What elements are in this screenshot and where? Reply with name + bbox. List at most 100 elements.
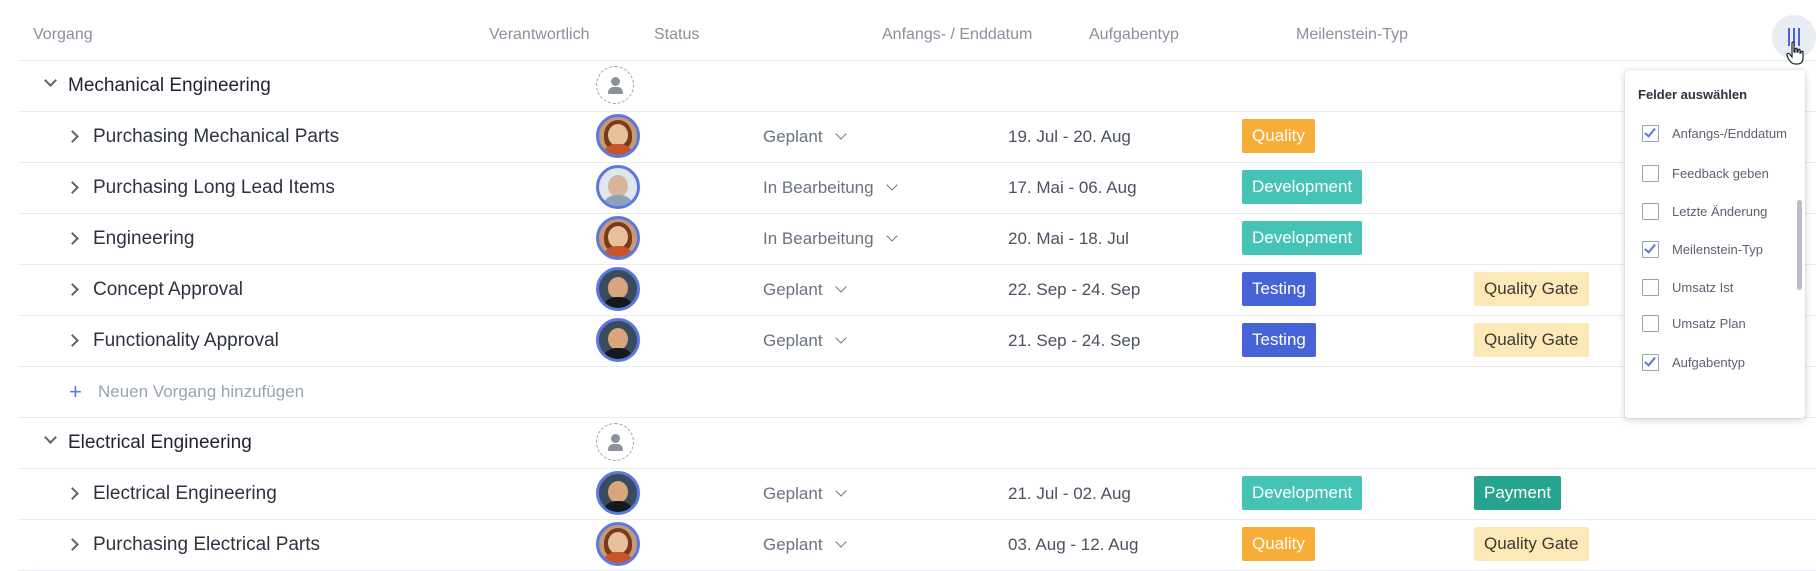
chevron-right-icon[interactable] bbox=[66, 487, 79, 500]
task-name[interactable]: Purchasing Mechanical Parts bbox=[93, 112, 339, 162]
checkbox-checked[interactable] bbox=[1642, 354, 1659, 371]
task-name[interactable]: Functionality Approval bbox=[93, 316, 279, 366]
checkbox-unchecked[interactable] bbox=[1642, 279, 1659, 296]
header-datum[interactable]: Anfangs- / Enddatum bbox=[882, 0, 1032, 70]
task-type-badge[interactable]: Development bbox=[1242, 221, 1363, 255]
task-type-badge[interactable]: Quality bbox=[1242, 527, 1315, 561]
chevron-right-icon[interactable] bbox=[66, 181, 79, 194]
add-task-label[interactable]: Neuen Vorgang hinzufügen bbox=[98, 367, 304, 417]
status-dropdown[interactable]: In Bearbeitung bbox=[763, 163, 898, 213]
group-title: Mechanical Engineering bbox=[68, 75, 271, 96]
task-row[interactable]: Purchasing Long Lead Items In Bearbeitun… bbox=[18, 163, 1816, 214]
chevron-down-icon[interactable] bbox=[44, 74, 57, 87]
date-range[interactable]: 17. Mai - 06. Aug bbox=[1008, 163, 1137, 213]
field-option-label: Umsatz Plan bbox=[1672, 316, 1746, 331]
field-option-label: Letzte Änderung bbox=[1672, 204, 1768, 219]
avatar[interactable] bbox=[596, 216, 640, 260]
task-row[interactable]: Purchasing Electrical Parts Geplant 03. … bbox=[18, 520, 1816, 571]
status-dropdown[interactable]: Geplant bbox=[763, 112, 847, 162]
status-label: Geplant bbox=[763, 127, 823, 146]
user-placeholder-icon[interactable] bbox=[596, 66, 634, 104]
status-label: Geplant bbox=[763, 280, 823, 299]
avatar[interactable] bbox=[596, 267, 640, 311]
date-range[interactable]: 22. Sep - 24. Sep bbox=[1008, 265, 1140, 315]
header-status[interactable]: Status bbox=[654, 0, 699, 70]
chevron-down-icon bbox=[834, 485, 847, 497]
chevron-down-icon bbox=[834, 536, 847, 548]
status-dropdown[interactable]: Geplant bbox=[763, 316, 847, 366]
checkbox-unchecked[interactable] bbox=[1642, 165, 1659, 182]
status-dropdown[interactable]: In Bearbeitung bbox=[763, 214, 898, 264]
header-meilenstein[interactable]: Meilenstein-Typ bbox=[1296, 0, 1408, 70]
panel-scrollbar[interactable] bbox=[1797, 200, 1802, 290]
plus-icon[interactable]: + bbox=[69, 367, 82, 417]
task-type-badge[interactable]: Testing bbox=[1242, 272, 1316, 306]
field-option-label: Feedback geben bbox=[1672, 166, 1769, 181]
chevron-down-icon bbox=[834, 281, 847, 293]
header-vorgang[interactable]: Vorgang bbox=[33, 0, 93, 70]
add-task-button[interactable]: + Neuen Vorgang hinzufügen bbox=[18, 367, 1816, 418]
group-row[interactable]: Electrical Engineering bbox=[18, 418, 1816, 469]
hand-cursor-icon bbox=[1786, 41, 1804, 65]
status-label: In Bearbeitung bbox=[763, 178, 874, 197]
chevron-right-icon[interactable] bbox=[66, 232, 79, 245]
task-type-badge[interactable]: Quality bbox=[1242, 119, 1315, 153]
date-range[interactable]: 20. Mai - 18. Jul bbox=[1008, 214, 1129, 264]
table-header: Vorgang Verantwortlich Status Anfangs- /… bbox=[18, 0, 1816, 61]
task-row[interactable]: Functionality Approval Geplant 21. Sep -… bbox=[18, 316, 1816, 367]
task-name[interactable]: Purchasing Long Lead Items bbox=[93, 163, 335, 213]
date-range[interactable]: 03. Aug - 12. Aug bbox=[1008, 520, 1138, 570]
task-row[interactable]: Engineering In Bearbeitung 20. Mai - 18.… bbox=[18, 214, 1816, 265]
task-type-badge[interactable]: Testing bbox=[1242, 323, 1316, 357]
panel-title: Felder auswählen bbox=[1638, 87, 1748, 102]
status-dropdown[interactable]: Geplant bbox=[763, 265, 847, 315]
chevron-right-icon[interactable] bbox=[66, 130, 79, 143]
header-aufgabentyp[interactable]: Aufgabentyp bbox=[1089, 0, 1179, 70]
task-type-badge[interactable]: Development bbox=[1242, 170, 1363, 204]
avatar[interactable] bbox=[596, 471, 640, 515]
milestone-badge[interactable]: Quality Gate bbox=[1474, 323, 1589, 357]
task-row[interactable]: Concept Approval Geplant 22. Sep - 24. S… bbox=[18, 265, 1816, 316]
date-range[interactable]: 21. Jul - 02. Aug bbox=[1008, 469, 1131, 519]
chevron-right-icon[interactable] bbox=[66, 538, 79, 551]
status-dropdown[interactable]: Geplant bbox=[763, 469, 847, 519]
task-name[interactable]: Engineering bbox=[93, 214, 194, 264]
task-type-badge[interactable]: Development bbox=[1242, 476, 1363, 510]
chevron-down-icon bbox=[885, 230, 898, 242]
milestone-badge[interactable]: Payment bbox=[1474, 476, 1562, 510]
date-range[interactable]: 19. Jul - 20. Aug bbox=[1008, 112, 1131, 162]
group-title: Electrical Engineering bbox=[68, 432, 252, 453]
field-option-label: Anfangs-/Enddatum bbox=[1672, 126, 1787, 141]
status-label: Geplant bbox=[763, 331, 823, 350]
chevron-right-icon[interactable] bbox=[66, 334, 79, 347]
avatar[interactable] bbox=[596, 318, 640, 362]
chevron-down-icon bbox=[834, 128, 847, 140]
date-range[interactable]: 21. Sep - 24. Sep bbox=[1008, 316, 1140, 366]
chevron-right-icon[interactable] bbox=[66, 283, 79, 296]
group-row[interactable]: Mechanical Engineering bbox=[18, 61, 1816, 112]
chevron-down-icon[interactable] bbox=[44, 431, 57, 444]
checkbox-unchecked[interactable] bbox=[1642, 203, 1659, 220]
field-option-label: Umsatz Ist bbox=[1672, 280, 1734, 295]
task-name[interactable]: Concept Approval bbox=[93, 265, 243, 315]
user-placeholder-icon[interactable] bbox=[596, 423, 634, 461]
task-table: Vorgang Verantwortlich Status Anfangs- /… bbox=[18, 0, 1816, 571]
task-row[interactable]: Electrical Engineering Geplant 21. Jul -… bbox=[18, 469, 1816, 520]
checkbox-checked[interactable] bbox=[1642, 241, 1659, 258]
checkbox-unchecked[interactable] bbox=[1642, 315, 1659, 332]
status-dropdown[interactable]: Geplant bbox=[763, 520, 847, 570]
header-verantwortlich[interactable]: Verantwortlich bbox=[489, 0, 590, 70]
chevron-down-icon bbox=[834, 332, 847, 344]
checkbox-checked[interactable] bbox=[1642, 125, 1659, 142]
milestone-badge[interactable]: Quality Gate bbox=[1474, 272, 1589, 306]
avatar[interactable] bbox=[596, 165, 640, 209]
status-label: Geplant bbox=[763, 535, 823, 554]
status-label: In Bearbeitung bbox=[763, 229, 874, 248]
milestone-badge[interactable]: Quality Gate bbox=[1474, 527, 1589, 561]
task-name[interactable]: Electrical Engineering bbox=[93, 469, 277, 519]
task-name[interactable]: Purchasing Electrical Parts bbox=[93, 520, 320, 570]
field-option-label: Aufgabentyp bbox=[1672, 355, 1746, 370]
task-row[interactable]: Purchasing Mechanical Parts Geplant 19. … bbox=[18, 112, 1816, 163]
avatar[interactable] bbox=[596, 114, 640, 158]
avatar[interactable] bbox=[596, 522, 640, 566]
